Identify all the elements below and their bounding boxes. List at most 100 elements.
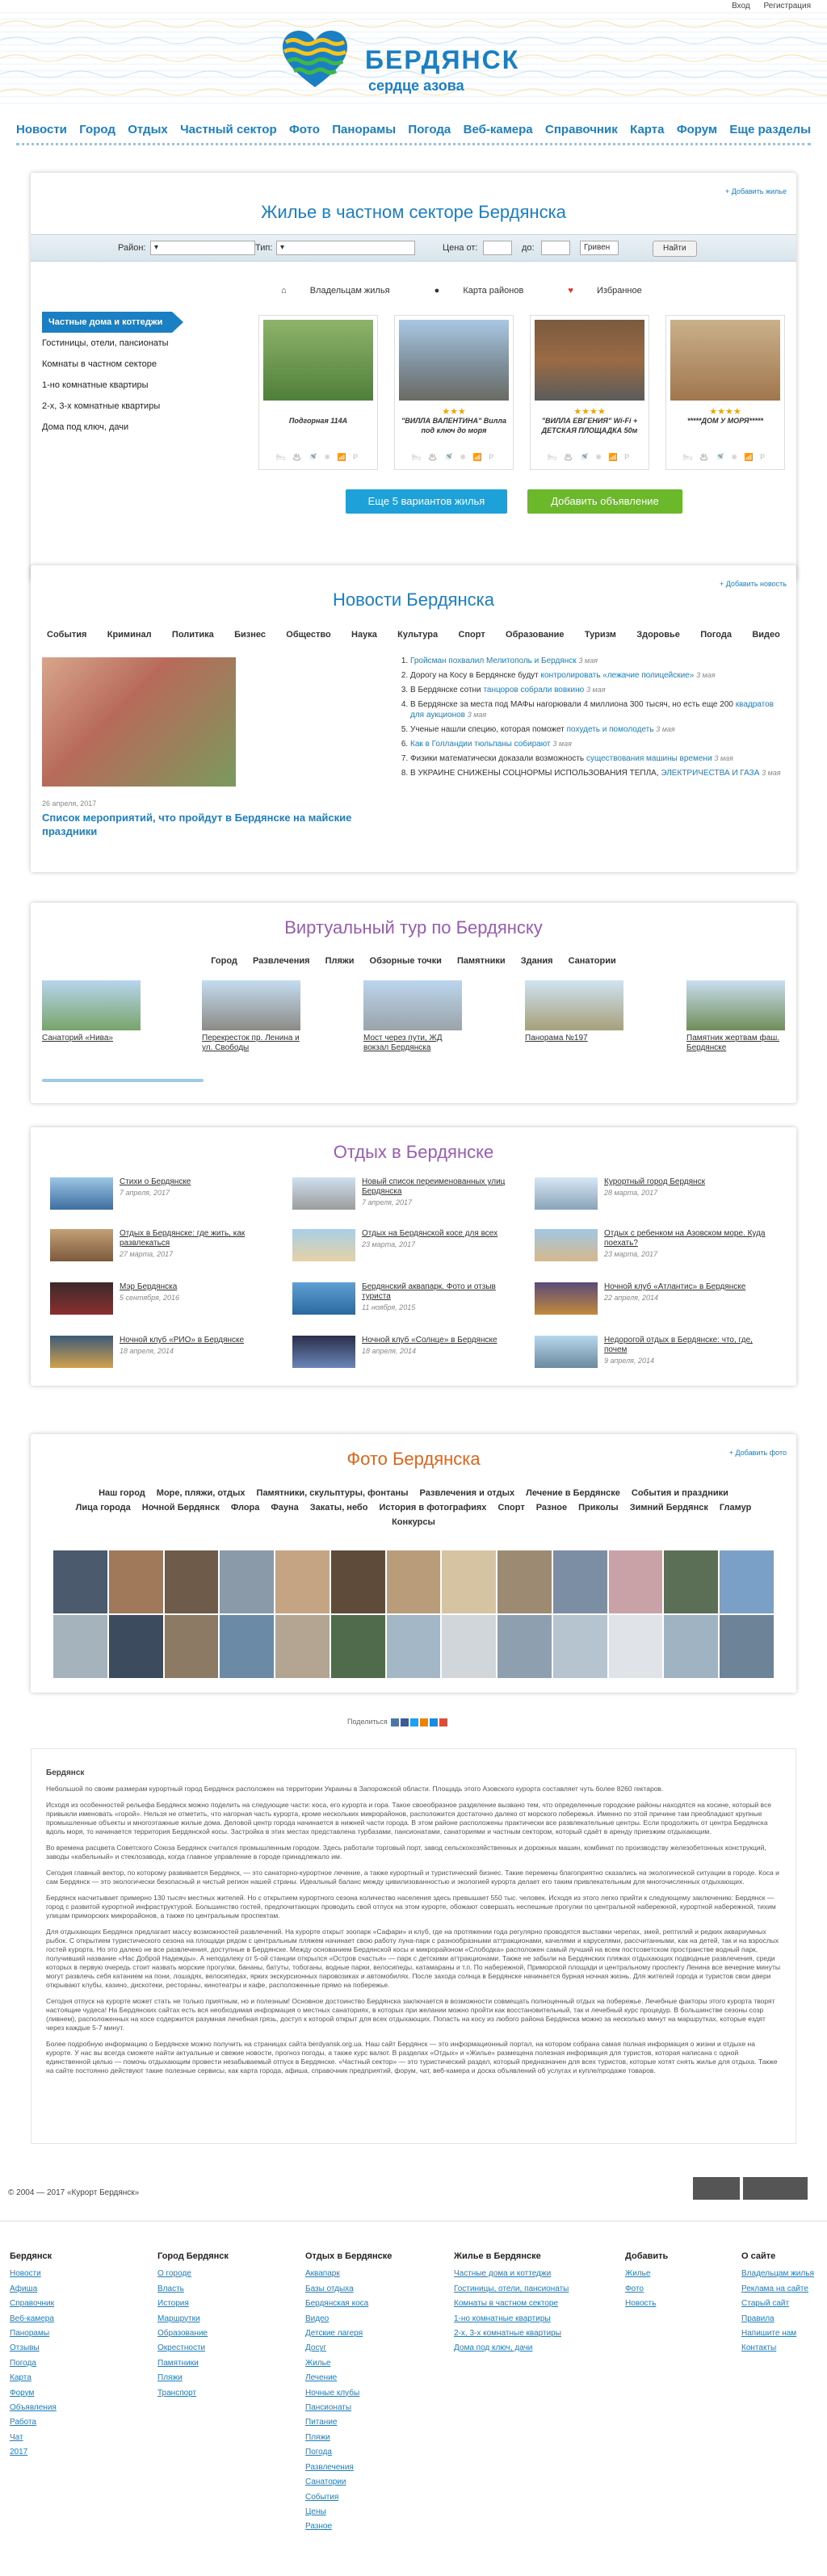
photo-thumb[interactable] (330, 1550, 385, 1613)
footer-link[interactable]: Веб-камера (10, 2312, 57, 2326)
photo-thumb[interactable] (664, 1550, 719, 1613)
footer-heading[interactable]: Бердянск (10, 2249, 57, 2263)
footer-link[interactable]: Власть (157, 2282, 229, 2297)
tour-item[interactable]: Мост через пути, ЖД вокзал Бердянска (363, 980, 462, 1053)
footer-heading[interactable]: О сайте (741, 2249, 814, 2263)
tour-cat[interactable]: Развлечения (253, 956, 310, 966)
footer-link[interactable]: Карта (10, 2371, 57, 2385)
photo-cat[interactable]: Конкурсы (392, 1517, 435, 1527)
tour-item[interactable]: Санаторий «Нива» (42, 980, 141, 1043)
photo-thumb[interactable] (108, 1550, 163, 1613)
add-housing-link[interactable]: + Добавить жилье (725, 187, 787, 195)
footer-link[interactable]: Досуг (305, 2341, 392, 2356)
twitter-icon[interactable] (410, 1718, 419, 1726)
footer-link[interactable]: Бердянская коса (305, 2297, 392, 2311)
rest-item[interactable]: Отдых с ребенком на Азовском море. Куда … (535, 1229, 769, 1265)
photo-thumb[interactable] (164, 1615, 219, 1678)
tour-item[interactable]: Панорама №197 (525, 980, 623, 1043)
news-link[interactable]: ЭЛЕКТРИЧЕСТВА И ГАЗА (661, 769, 759, 778)
photo-cat[interactable]: Море, пляжи, отдых (157, 1488, 246, 1498)
vk-icon[interactable] (391, 1718, 400, 1726)
nav-more[interactable]: Еще разделы (729, 123, 811, 136)
footer-link[interactable]: История (157, 2297, 229, 2311)
tour-item[interactable]: Памятник жертвам фаш. Бердянске (686, 980, 785, 1053)
photo-thumb[interactable] (552, 1550, 607, 1613)
news-link[interactable]: Как в Голландии тюльпаны собирают (410, 740, 551, 749)
rest-item[interactable]: Недорогой отдых в Бердянске: что, где, п… (535, 1336, 769, 1371)
footer-link[interactable]: 2017 (10, 2445, 57, 2460)
photo-cat[interactable]: Лица города (76, 1503, 131, 1512)
footer-heading[interactable]: Отдых в Бердянске (305, 2249, 392, 2263)
housing-cat-rooms[interactable]: Комнаты в частном секторе (42, 354, 195, 375)
news-cat[interactable]: Наука (351, 630, 377, 640)
photo-thumb[interactable] (164, 1550, 219, 1613)
footer-link[interactable]: Базы отдыха (305, 2282, 392, 2297)
rest-link[interactable]: Недорогой отдых в Бердянске: что, где, п… (604, 1336, 766, 1355)
photo-thumb[interactable] (720, 1550, 774, 1613)
footer-link[interactable]: Жилье (305, 2356, 392, 2371)
nav-rest[interactable]: Отдых (128, 123, 168, 136)
photo-cat[interactable]: Закаты, небо (310, 1503, 368, 1512)
footer-heading[interactable]: Жилье в Бердянске (454, 2249, 569, 2263)
photo-thumb[interactable] (53, 1615, 107, 1678)
footer-link[interactable]: Частные дома и коттеджи (454, 2267, 569, 2281)
add-ad-button[interactable]: Добавить объявление (527, 489, 682, 514)
rest-item[interactable]: Отдых в Бердянске: где жить, как развлек… (50, 1229, 284, 1265)
footer-link[interactable]: Напишите нам (741, 2326, 814, 2341)
footer-link[interactable]: Работа (10, 2415, 57, 2430)
footer-link[interactable]: Лечение (305, 2371, 392, 2385)
news-cat[interactable]: Видео (752, 630, 780, 640)
photo-thumb[interactable] (330, 1615, 385, 1678)
footer-link[interactable]: Правила (741, 2312, 814, 2326)
footer-heading[interactable]: Город Бердянск (157, 2249, 229, 2263)
photo-thumb[interactable] (220, 1615, 275, 1678)
footer-link[interactable]: Цены (305, 2505, 392, 2519)
nav-panoramas[interactable]: Панорамы (332, 123, 396, 136)
news-cat[interactable]: Общество (286, 630, 330, 640)
rest-link[interactable]: Отдых с ребенком на Азовском море. Куда … (604, 1229, 766, 1248)
footer-link[interactable]: Развлечения (305, 2461, 392, 2475)
footer-link[interactable]: Окрестности (157, 2341, 229, 2356)
rest-link[interactable]: Ночной клуб «Солнце» в Бердянске (362, 1336, 523, 1345)
photo-cat[interactable]: История в фотографиях (379, 1503, 486, 1512)
tour-cat[interactable]: Памятники (457, 956, 506, 966)
photo-cat[interactable]: События и праздники (632, 1488, 728, 1498)
footer-heading[interactable]: Добавить (625, 2249, 668, 2263)
rest-link[interactable]: Ночной клуб «Атлантис» в Бердянске (604, 1282, 766, 1292)
footer-link[interactable]: Новость (625, 2297, 668, 2311)
mailru-counter-icon[interactable] (693, 2177, 740, 2200)
housing-cat-23room[interactable]: 2-х, 3-х комнатные квартиры (42, 396, 195, 417)
odnoklassniki-icon[interactable] (420, 1718, 429, 1726)
news-link[interactable]: танцоров собрали вовкино (483, 686, 584, 694)
tour-cat[interactable]: Пляжи (325, 956, 355, 966)
footer-link[interactable]: Форум (10, 2386, 57, 2401)
photo-thumb[interactable] (386, 1550, 441, 1613)
rest-link[interactable]: Курортный город Бердянск (604, 1177, 766, 1187)
footer-link[interactable]: Маршрутки (157, 2312, 229, 2326)
photo-thumb[interactable] (608, 1615, 663, 1678)
news-cat[interactable]: Культура (397, 630, 438, 640)
footer-link[interactable]: Отзывы (10, 2341, 57, 2356)
news-cat[interactable]: Политика (172, 630, 214, 640)
photo-thumb[interactable] (552, 1615, 607, 1678)
google-plus-icon[interactable] (439, 1718, 448, 1726)
featured-news-title[interactable]: Список мероприятий, что пройдут в Бердян… (42, 811, 365, 838)
tab-owners[interactable]: ⌂ Владельцам жилья (281, 286, 411, 296)
tour-cat[interactable]: Санатории (569, 956, 616, 966)
footer-link[interactable]: Ночные клубы (305, 2386, 392, 2401)
footer-link[interactable]: Гостиницы, отели, пансионаты (454, 2282, 569, 2297)
photo-cat[interactable]: Фауна (271, 1503, 298, 1512)
news-cat[interactable]: Туризм (585, 630, 616, 640)
nav-photo[interactable]: Фото (289, 123, 320, 136)
nav-news[interactable]: Новости (16, 123, 67, 136)
rest-link[interactable]: Стихи о Бердянске (120, 1177, 281, 1187)
nav-private-sector[interactable]: Частный сектор (180, 123, 277, 136)
tab-districts-map[interactable]: ● Карта районов (434, 286, 545, 296)
footer-link[interactable]: Дома под ключ, дачи (454, 2341, 569, 2356)
rest-item[interactable]: Курортный город Бердянск 28 марта, 2017 (535, 1177, 769, 1213)
photo-thumb[interactable] (497, 1615, 552, 1678)
footer-link[interactable]: Видео (305, 2312, 392, 2326)
photo-cat[interactable]: Наш город (99, 1488, 145, 1498)
housing-cat-1room[interactable]: 1-но комнатные квартиры (42, 375, 195, 396)
footer-link[interactable]: Питание (305, 2415, 392, 2430)
